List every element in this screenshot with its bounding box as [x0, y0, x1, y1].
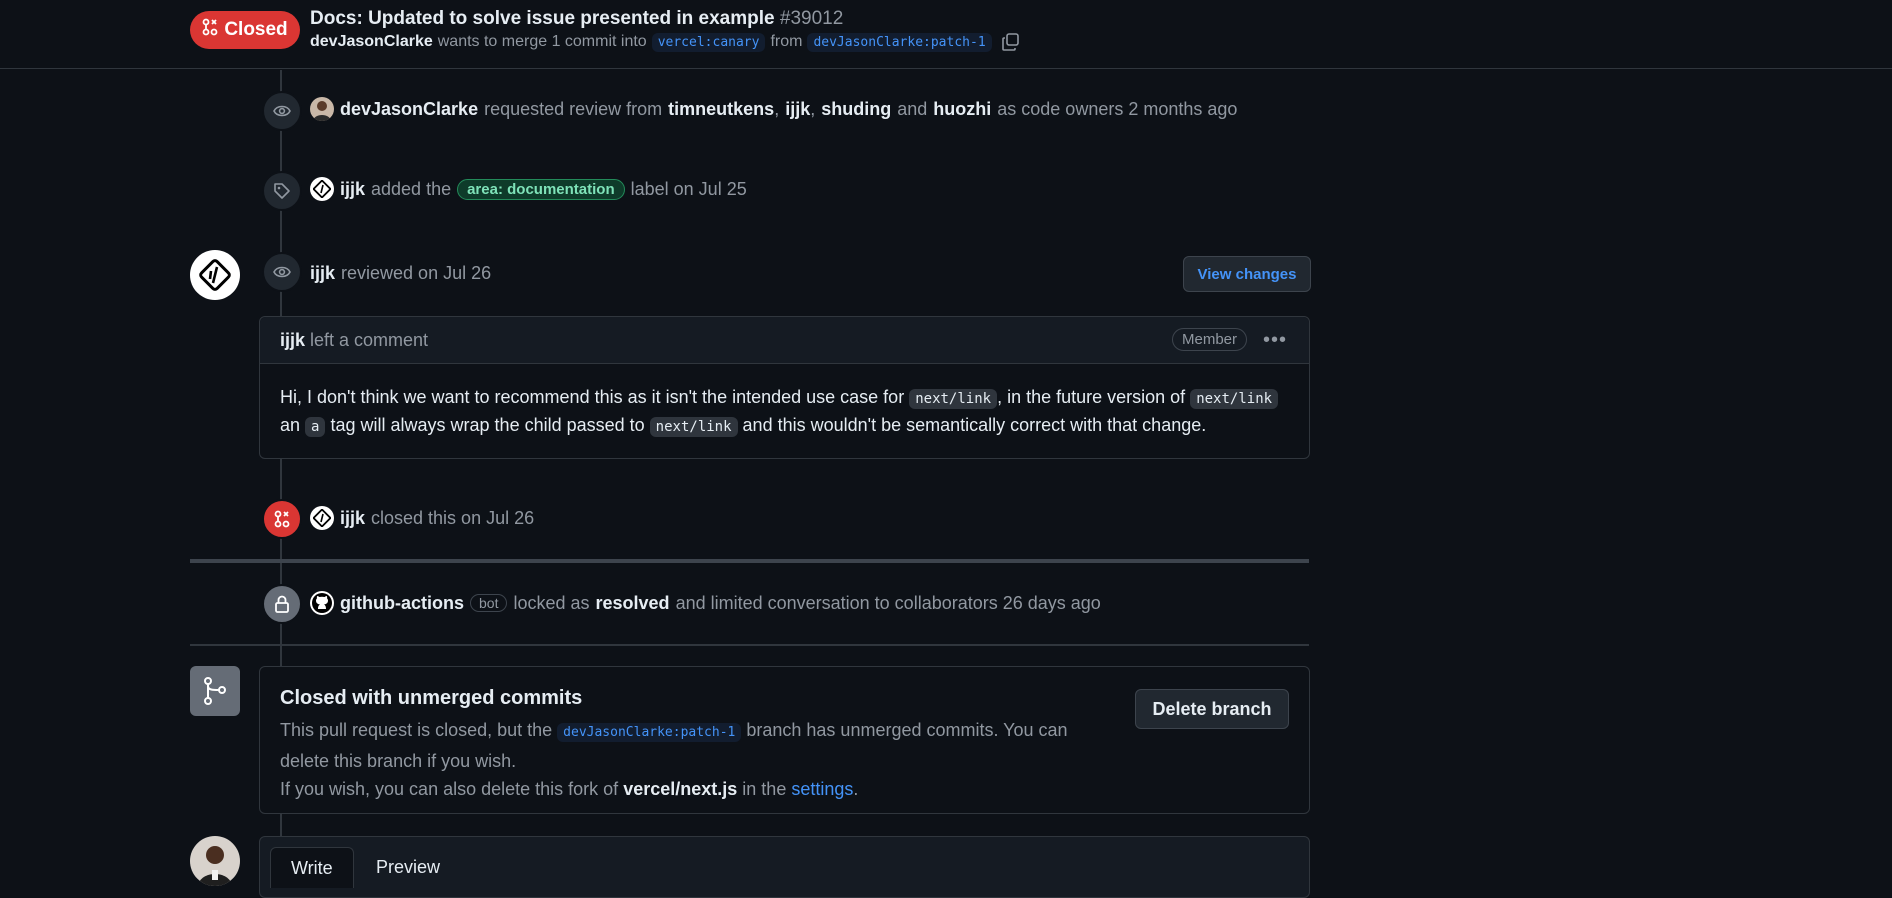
actor-link[interactable]: ijjk — [340, 508, 365, 529]
actor-link[interactable]: ijjk — [310, 263, 335, 284]
bot-badge: bot — [470, 594, 508, 612]
inline-code: a — [305, 417, 326, 437]
merge-status-box: Closed with unmerged commits This pull r… — [259, 666, 1310, 814]
event-text: label on Jul 25 — [630, 178, 747, 199]
repo-name: vercel/next.js — [623, 779, 738, 799]
reviewer-link[interactable]: shuding — [821, 99, 891, 120]
closed-state-badge: Closed — [190, 11, 300, 49]
event-text: and limited conversation to collaborator… — [675, 592, 1101, 613]
actor-link[interactable]: devJasonClarke — [340, 99, 478, 120]
pull-request-closed-icon — [202, 18, 218, 42]
user-avatar[interactable] — [190, 836, 240, 886]
comment-text: an — [280, 415, 301, 435]
github-icon[interactable] — [310, 591, 334, 615]
delete-branch-button[interactable]: Delete branch — [1135, 689, 1289, 729]
event-text: requested review from — [484, 98, 663, 119]
actor-link[interactable]: github-actions — [340, 593, 464, 614]
pr-title-text: Docs: Updated to solve issue presented i… — [310, 8, 775, 29]
event-text: and — [897, 98, 928, 119]
locked-event: github-actions bot locked as resolved an… — [310, 591, 1101, 615]
inline-code: next/link — [1190, 389, 1279, 409]
event-text: as code owners 2 months ago — [997, 98, 1238, 119]
comment-author-link[interactable]: ijjk — [280, 330, 305, 351]
timeline-divider — [190, 644, 1309, 646]
comment-text: , in the future version of — [997, 387, 1186, 407]
separator: , — [774, 98, 780, 119]
reviewer-link[interactable]: timneutkens — [668, 99, 774, 120]
reviewer-link[interactable]: huozhi — [933, 99, 991, 120]
merge-status-title: Closed with unmerged commits — [280, 687, 583, 709]
comment-text: and this wouldn't be semantically correc… — [742, 415, 1207, 435]
member-badge: Member — [1171, 328, 1247, 351]
comment-header: ijjk left a comment — [260, 317, 1309, 364]
avatar[interactable] — [310, 97, 334, 121]
review-event: ijjk reviewed on Jul 26 — [310, 263, 491, 284]
lock-icon — [262, 584, 302, 624]
eye-icon — [262, 91, 302, 131]
head-branch[interactable]: devJasonClarke:patch-1 — [807, 32, 992, 52]
view-changes-button[interactable]: View changes — [1183, 256, 1311, 292]
settings-link[interactable]: settings — [791, 779, 853, 799]
timeline-divider — [190, 559, 1309, 563]
merge-text: wants to merge 1 commit into — [437, 33, 647, 50]
from-text: from — [770, 33, 803, 50]
avatar[interactable] — [310, 177, 334, 201]
pull-request-closed-icon — [262, 499, 302, 539]
label-event: ijjk added the area: documentation label… — [310, 177, 747, 201]
separator: , — [810, 98, 816, 119]
ijjk-avatar[interactable] — [190, 250, 240, 300]
copy-icon[interactable] — [1001, 32, 1021, 52]
pr-header: Closed Docs: Updated to solve issue pres… — [0, 0, 1892, 69]
base-branch[interactable]: vercel:canary — [651, 32, 766, 52]
merge-text: in the — [742, 779, 787, 799]
review-comment: ijjk left a comment Member ••• Hi, I don… — [259, 316, 1310, 459]
tab-preview[interactable]: Preview — [356, 847, 460, 887]
head-branch[interactable]: devJasonClarke:patch-1 — [557, 723, 742, 742]
event-text: reviewed on Jul 26 — [341, 263, 492, 283]
merge-text: If you wish, you can also delete this fo… — [280, 779, 619, 799]
review-request-event: devJasonClarke requested review from tim… — [310, 97, 1237, 121]
label-pill[interactable]: area: documentation — [457, 178, 625, 200]
merge-text: . — [853, 779, 859, 799]
eye-icon — [262, 252, 302, 292]
actor-link[interactable]: ijjk — [340, 179, 365, 200]
comment-action: left a comment — [310, 329, 429, 350]
comment-text: tag will always wrap the child passed to — [330, 415, 645, 435]
reviewer-link[interactable]: ijjk — [785, 99, 810, 120]
event-text: added the — [371, 178, 452, 199]
pr-subtitle: devJasonClarke wants to merge 1 commit i… — [310, 32, 1021, 52]
pr-author-link[interactable]: devJasonClarke — [310, 33, 433, 51]
git-branch-icon — [190, 666, 240, 716]
comment-body: Hi, I don't think we want to recommend t… — [260, 364, 1309, 460]
comment-composer: Write Preview — [259, 836, 1310, 898]
pr-number: #39012 — [779, 8, 844, 29]
state-label: Closed — [224, 19, 288, 40]
closed-event: ijjk closed this on Jul 26 — [310, 506, 534, 530]
inline-code: next/link — [909, 389, 998, 409]
kebab-menu-icon[interactable]: ••• — [1263, 329, 1287, 352]
event-text: closed this on Jul 26 — [371, 507, 535, 528]
comment-text: Hi, I don't think we want to recommend t… — [280, 387, 905, 407]
inline-code: next/link — [649, 417, 738, 437]
event-text: locked as — [513, 592, 590, 613]
pr-title: Docs: Updated to solve issue presented i… — [310, 8, 843, 30]
merge-text: This pull request is closed, but the — [280, 720, 553, 740]
lock-reason: resolved — [595, 592, 670, 613]
merge-status-description: This pull request is closed, but the dev… — [280, 716, 1080, 803]
avatar[interactable] — [310, 506, 334, 530]
tag-icon — [262, 171, 302, 211]
